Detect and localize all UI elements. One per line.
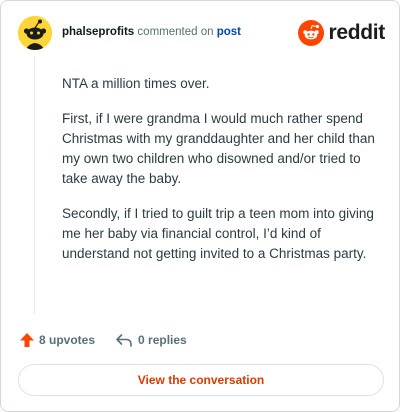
upvote-count: 8 upvotes bbox=[39, 333, 96, 347]
comment-meta: phalseprofits commented on post bbox=[62, 26, 241, 38]
comment-paragraph: Secondly, if I tried to guilt trip a tee… bbox=[62, 206, 374, 261]
reply-arrow-icon bbox=[116, 334, 132, 347]
action-text: commented on bbox=[137, 26, 214, 38]
comment-embed-card: phalseprofits commented on post reddit N… bbox=[0, 0, 400, 412]
upvote-button[interactable]: 8 upvotes bbox=[19, 332, 95, 348]
replies-button[interactable]: 0 replies bbox=[115, 332, 187, 348]
comment-paragraph: First, if I were grandma I would much ra… bbox=[62, 111, 375, 186]
reddit-logo-icon bbox=[298, 20, 325, 46]
snoo-avatar-icon[interactable] bbox=[18, 16, 52, 50]
username-link[interactable]: phalseprofits bbox=[62, 26, 134, 38]
brand-wordmark: reddit bbox=[328, 21, 385, 44]
view-conversation-button[interactable]: View the conversation bbox=[18, 364, 384, 396]
upvote-arrow-icon bbox=[20, 333, 34, 347]
post-link[interactable]: post bbox=[217, 26, 241, 38]
comment-actions: 8 upvotes 0 replies bbox=[19, 332, 187, 348]
comment-body: NTA a million times over. First, if I we… bbox=[62, 74, 382, 279]
thread-line bbox=[34, 56, 35, 314]
comment-paragraph: NTA a million times over. bbox=[62, 76, 210, 91]
replies-count: 0 replies bbox=[138, 333, 187, 347]
reddit-logo[interactable]: reddit bbox=[298, 18, 385, 48]
comment-header: phalseprofits commented on post reddit bbox=[18, 16, 385, 52]
